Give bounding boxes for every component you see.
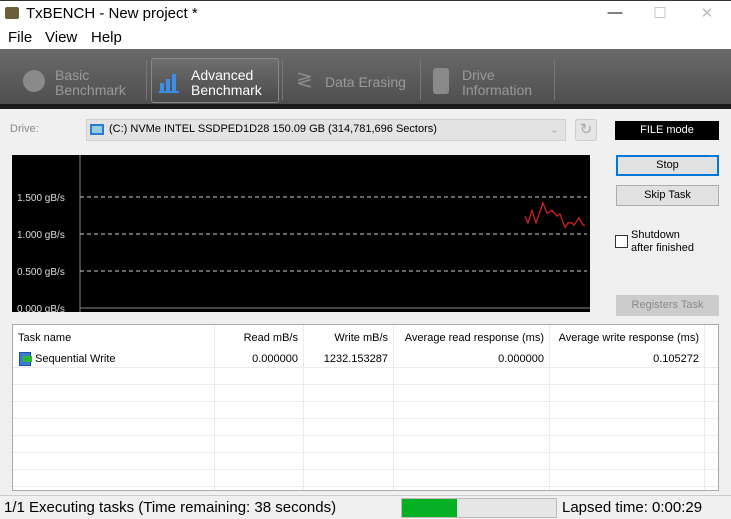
tab-label: Benchmark <box>55 82 126 98</box>
menu-help[interactable]: Help <box>91 29 122 46</box>
refresh-button[interactable]: ↻ <box>575 119 597 141</box>
y-tick-label: 0.500 gB/s <box>17 267 65 278</box>
registers-task-button[interactable]: Registers Task <box>616 295 719 316</box>
cell-value: 0.000000 <box>252 353 298 365</box>
cell-value: 1232.153287 <box>323 353 388 365</box>
menu-view[interactable]: View <box>45 29 77 46</box>
minimize-button[interactable]: — <box>600 4 630 21</box>
table-cell[interactable]: 0.000000 <box>393 349 549 369</box>
row-divider <box>13 469 718 470</box>
drive-label: Drive: <box>10 123 39 135</box>
drive-value: (C:) NVMe INTEL SSDPED1D28 150.09 GB (31… <box>109 123 437 135</box>
tab-separator <box>282 60 283 100</box>
tab-separator <box>146 60 147 100</box>
tab-drive-information[interactable]: Drive Information <box>428 58 554 103</box>
window-title: TxBENCH - New project * <box>26 5 198 22</box>
y-tick-label: 0.000 gB/s <box>17 304 65 312</box>
table-cell[interactable]: 0.105272 <box>549 349 704 369</box>
chevron-down-icon: ⌄ <box>549 124 559 136</box>
table-cell[interactable]: 1232.153287 <box>303 349 393 369</box>
column-header[interactable]: Average write response (ms) <box>549 328 704 348</box>
maximize-button[interactable]: ☐ <box>645 4 675 22</box>
progress-bar <box>401 498 557 518</box>
task-table: Task name Read mB/s Write mB/s Average read… <box>12 324 719 491</box>
throughput-chart: 0.000 gB/s 0.500 gB/s 1.000 gB/s 1.500 gB/s <box>12 155 590 315</box>
tab-label: Drive <box>462 67 495 83</box>
table-cell[interactable]: Sequential Write <box>13 349 214 369</box>
row-divider <box>13 418 718 419</box>
row-divider <box>13 452 718 453</box>
column-divider <box>704 325 705 490</box>
drive-select[interactable]: (C:) NVMe INTEL SSDPED1D28 150.09 GB (31… <box>86 119 566 141</box>
tab-data-erasing[interactable]: ≷ Data Erasing <box>290 58 420 103</box>
mode-indicator: FILE mode <box>615 121 719 140</box>
table-cell[interactable]: 0.000000 <box>214 349 303 369</box>
tab-label: Benchmark <box>191 82 262 98</box>
status-text: 1/1 Executing tasks (Time remaining: 38 … <box>4 499 337 516</box>
tab-label: Information <box>462 82 533 98</box>
shutdown-label[interactable]: Shutdown after finished <box>631 229 694 255</box>
shutdown-checkbox[interactable] <box>615 235 628 248</box>
tab-label: Data Erasing <box>325 74 406 90</box>
drive-icon <box>90 124 104 135</box>
row-divider <box>13 486 718 487</box>
app-icon <box>5 7 19 19</box>
row-divider <box>13 435 718 436</box>
row-divider <box>13 384 718 385</box>
tab-basic-benchmark[interactable]: Basic Benchmark <box>18 58 144 103</box>
write-speed-line <box>524 201 585 229</box>
shutdown-label-line: Shutdown <box>631 229 680 241</box>
tab-advanced-benchmark[interactable]: Advanced Benchmark <box>151 58 279 103</box>
stopwatch-icon <box>23 70 45 92</box>
cell-value: 0.105272 <box>653 353 699 365</box>
progress-fill <box>402 499 458 517</box>
column-header[interactable]: Write mB/s <box>303 328 393 348</box>
column-header[interactable]: Average read response (ms) <box>393 328 549 348</box>
cell-value: 0.000000 <box>498 353 544 365</box>
stop-button[interactable]: Stop <box>616 155 719 176</box>
tab-separator <box>420 60 421 100</box>
chart-svg: 0.000 gB/s 0.500 gB/s 1.000 gB/s 1.500 gB/s <box>17 155 590 315</box>
toolbar-divider <box>0 104 731 109</box>
column-header[interactable]: Task name <box>13 328 214 348</box>
skip-task-button[interactable]: Skip Task <box>616 185 719 206</box>
shutdown-label-line: after finished <box>631 242 694 254</box>
row-divider <box>13 401 718 402</box>
menu-file[interactable]: File <box>8 29 32 46</box>
cell-value: Sequential Write <box>35 353 116 365</box>
eraser-icon: ≷ <box>296 69 313 91</box>
task-icon <box>19 352 32 366</box>
refresh-icon: ↻ <box>579 121 593 138</box>
tab-label: Advanced <box>191 67 254 83</box>
lapsed-time: Lapsed time: 0:00:29 <box>562 499 703 516</box>
y-tick-label: 1.500 gB/s <box>17 193 65 204</box>
tab-separator <box>554 60 555 100</box>
bar-chart-icon <box>159 74 179 93</box>
y-tick-label: 1.000 gB/s <box>17 230 65 241</box>
tab-label: Basic <box>55 67 90 83</box>
drive-info-icon <box>433 68 449 94</box>
close-button[interactable]: ✕ <box>692 4 722 22</box>
column-header[interactable]: Read mB/s <box>214 328 303 348</box>
